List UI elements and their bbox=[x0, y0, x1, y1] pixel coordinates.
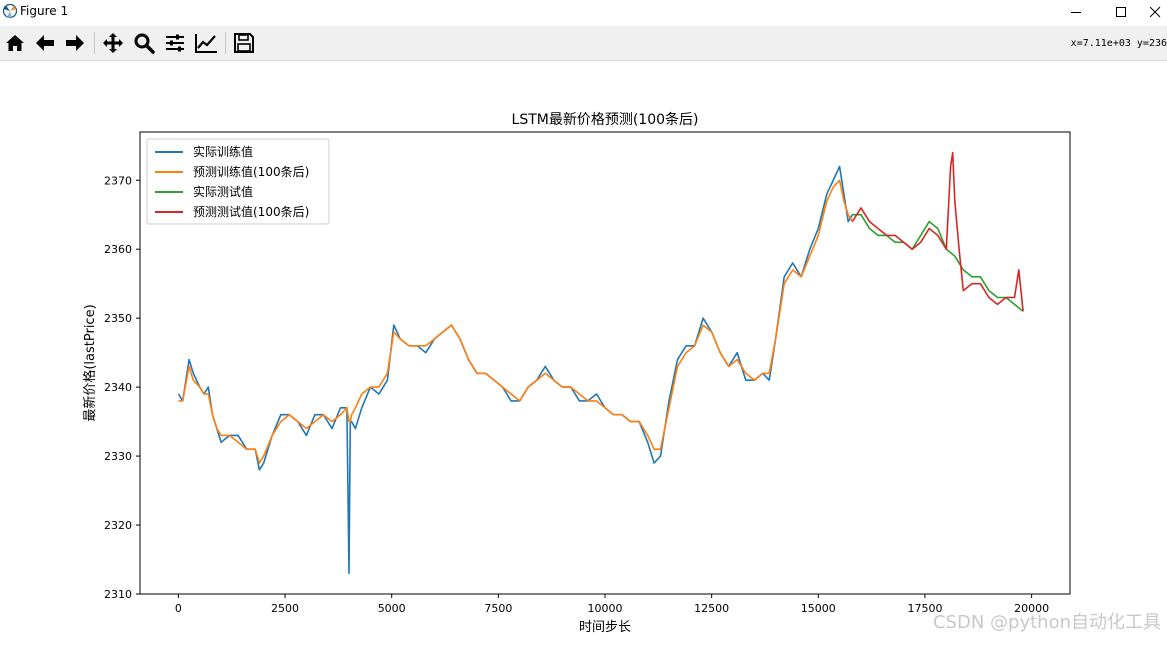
y-tick-label: 2350 bbox=[104, 312, 132, 325]
legend-label: 实际训练值 bbox=[193, 144, 253, 159]
x-tick-label: 2500 bbox=[271, 602, 299, 615]
pan-button[interactable] bbox=[100, 30, 126, 56]
watermark: CSDN @python自动化工具 bbox=[932, 612, 1161, 633]
toolbar-separator bbox=[225, 32, 226, 54]
y-ticks: 2310 2320 2330 2340 2350 2360 2370 bbox=[104, 174, 140, 601]
minimize-icon bbox=[1071, 12, 1081, 13]
y-tick-label: 2310 bbox=[104, 588, 132, 601]
forward-button[interactable] bbox=[62, 30, 88, 56]
back-button[interactable] bbox=[32, 30, 58, 56]
y-tick-label: 2320 bbox=[104, 519, 132, 532]
chart-title: LSTM最新价格预测(100条后) bbox=[512, 111, 699, 128]
maximize-icon bbox=[1116, 7, 1126, 17]
y-axis-label: 最新价格(lastPrice) bbox=[82, 304, 98, 421]
save-button[interactable] bbox=[231, 30, 257, 56]
navigation-toolbar: x=7.11e+03 y=236 bbox=[0, 26, 1167, 61]
move-icon bbox=[103, 33, 123, 53]
close-button[interactable] bbox=[1143, 0, 1167, 24]
x-ticks: 0 2500 5000 7500 10000 12500 15000 17500 20000 bbox=[175, 594, 1049, 615]
sliders-icon bbox=[166, 34, 184, 52]
y-tick-label: 2360 bbox=[104, 243, 132, 256]
line-chart: 0 2500 5000 7500 10000 12500 15000 17500 20000 2… bbox=[82, 111, 1071, 635]
figure-canvas[interactable]: 0 2500 5000 7500 10000 12500 15000 17500 20000 2… bbox=[0, 61, 1167, 642]
close-icon bbox=[1149, 6, 1161, 18]
home-button[interactable] bbox=[2, 30, 28, 56]
x-tick-label: 0 bbox=[175, 602, 182, 615]
legend-label: 实际测试值 bbox=[193, 184, 253, 199]
home-icon bbox=[6, 35, 24, 51]
y-tick-label: 2340 bbox=[104, 381, 132, 394]
x-axis-label: 时间步长 bbox=[579, 620, 631, 635]
magnifier-icon bbox=[134, 33, 155, 54]
edit-axes-button[interactable] bbox=[193, 30, 219, 56]
arrow-right-icon bbox=[66, 35, 84, 51]
maximize-button[interactable] bbox=[1098, 0, 1144, 24]
y-tick-label: 2330 bbox=[104, 450, 132, 463]
minimize-button[interactable] bbox=[1053, 0, 1099, 24]
line-chart-icon bbox=[195, 34, 217, 53]
y-tick-label: 2370 bbox=[104, 174, 132, 187]
zoom-button[interactable] bbox=[131, 30, 157, 56]
x-tick-label: 15000 bbox=[801, 602, 836, 615]
arrow-left-icon bbox=[36, 35, 54, 51]
cursor-coordinates: x=7.11e+03 y=236 bbox=[1070, 38, 1167, 49]
x-tick-label: 12500 bbox=[694, 602, 729, 615]
toolbar-separator bbox=[94, 32, 95, 54]
window-title: Figure 1 bbox=[20, 4, 69, 18]
subplots-button[interactable] bbox=[162, 30, 188, 56]
legend-label: 预测测试值(100条后) bbox=[193, 204, 309, 219]
window-titlebar: Figure 1 bbox=[0, 0, 1167, 24]
matplotlib-logo-icon bbox=[2, 3, 18, 19]
x-tick-label: 7500 bbox=[484, 602, 512, 615]
legend: 实际训练值预测训练值(100条后) 实际测试值预测测试值(100条后) bbox=[146, 138, 330, 225]
floppy-icon bbox=[234, 33, 254, 53]
x-tick-label: 5000 bbox=[378, 602, 406, 615]
legend-label: 预测训练值(100条后) bbox=[193, 164, 309, 179]
x-tick-label: 10000 bbox=[588, 602, 623, 615]
